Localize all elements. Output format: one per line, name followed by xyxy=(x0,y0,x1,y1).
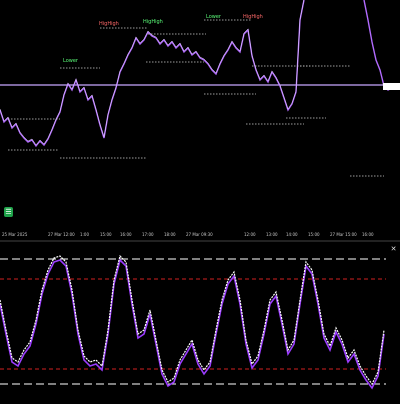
main-price-chart[interactable] xyxy=(0,0,400,400)
swing-label-2: HigHigh xyxy=(143,19,163,25)
swing-label-4: HigHigh xyxy=(243,14,263,20)
x-tick-6: 18:00 xyxy=(164,232,176,237)
x-tick-3: 15:00 xyxy=(100,232,112,237)
x-tick-12: 27 Mar 15:00 xyxy=(330,232,357,237)
sr-zones xyxy=(8,19,384,177)
stoch-main-line xyxy=(0,254,385,386)
close-icon[interactable]: ✕ xyxy=(389,245,398,254)
layers-icon[interactable]: ☰ xyxy=(4,207,13,217)
x-tick-7: 27 Mar 09:30 xyxy=(186,232,213,237)
x-tick-1: 27 Mar 12:00 xyxy=(48,232,75,237)
x-tick-9: 13:00 xyxy=(266,232,278,237)
swing-label-3: Lower xyxy=(206,14,221,20)
x-tick-0: 25 Mar 2025 xyxy=(2,232,28,237)
current-price-tag xyxy=(383,83,400,90)
price-line-right xyxy=(363,0,393,91)
price-series xyxy=(0,0,393,148)
x-tick-11: 15:00 xyxy=(308,232,320,237)
chart-stage[interactable]: HigHigh HigHigh Lower HigHigh Lower 25 M… xyxy=(0,0,400,400)
x-tick-4: 16:00 xyxy=(120,232,132,237)
swing-label-1: HigHigh xyxy=(99,21,119,27)
x-tick-8: 12:00 xyxy=(244,232,256,237)
x-tick-2: 1:00 xyxy=(80,232,89,237)
stochastic-oscillator xyxy=(0,254,385,390)
x-tick-13: 16:00 xyxy=(362,232,374,237)
x-tick-10: 14:00 xyxy=(286,232,298,237)
x-tick-5: 17:00 xyxy=(142,232,154,237)
swing-label-5: Lower xyxy=(63,58,78,64)
